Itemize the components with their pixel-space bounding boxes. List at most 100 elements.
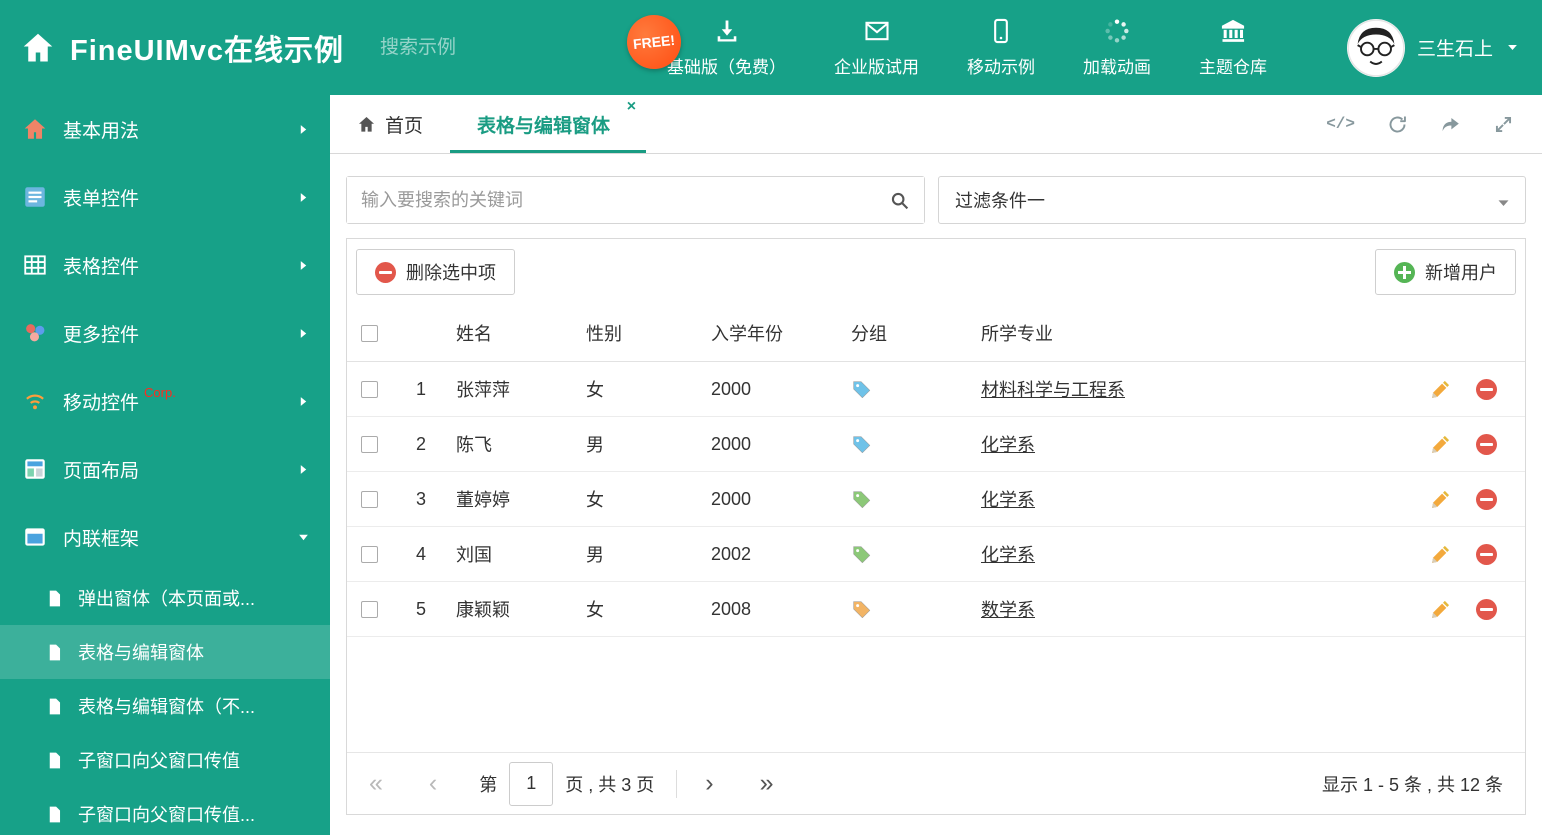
- home-icon: [22, 116, 48, 142]
- nav-label: 基础版（免费）: [667, 58, 787, 77]
- edit-icon[interactable]: [1430, 598, 1452, 620]
- sidebar-item-form-controls[interactable]: 表单控件: [0, 163, 330, 231]
- sidebar-item-page-layout[interactable]: 页面布局: [0, 435, 330, 503]
- nav-loading-animation[interactable]: 加载动画: [1059, 17, 1175, 78]
- mobile-icon: [987, 17, 1015, 45]
- row-checkbox[interactable]: [360, 490, 378, 508]
- sidebar-subitem-child-to-parent-2[interactable]: 子窗口向父窗口传值...: [0, 787, 330, 835]
- open-new-window-icon[interactable]: [1440, 114, 1461, 135]
- file-icon: [45, 589, 64, 608]
- iframe-icon: [22, 524, 48, 550]
- user-menu[interactable]: 三生石上: [1346, 18, 1542, 77]
- major-link[interactable]: 数学系: [981, 600, 1035, 620]
- delete-icon[interactable]: [1476, 598, 1497, 620]
- tab-grid-edit-window[interactable]: 表格与编辑窗体 ×: [450, 95, 646, 153]
- first-page-icon[interactable]: «: [369, 771, 383, 796]
- delete-icon[interactable]: [1476, 543, 1497, 565]
- nav-label: 主题仓库: [1199, 58, 1268, 77]
- major-link[interactable]: 材料科学与工程系: [981, 380, 1125, 400]
- last-page-icon[interactable]: »: [760, 771, 774, 796]
- nav-enterprise-trial[interactable]: 企业版试用: [810, 17, 943, 78]
- sidebar-item-label: 表单控件: [63, 188, 140, 210]
- divider: [676, 769, 678, 798]
- row-index: 5: [415, 598, 426, 619]
- major-link[interactable]: 化学系: [981, 545, 1035, 565]
- row-year: 2008: [711, 598, 752, 619]
- sidebar-subitem-child-to-parent[interactable]: 子窗口向父窗口传值: [0, 733, 330, 787]
- row-index: 3: [415, 488, 426, 509]
- row-year: 2000: [711, 378, 752, 399]
- close-icon[interactable]: ×: [627, 98, 636, 116]
- sidebar-item-more-controls[interactable]: 更多控件: [0, 299, 330, 367]
- col-header-gender: 性别: [586, 324, 622, 344]
- row-checkbox[interactable]: [360, 380, 378, 398]
- keyword-search[interactable]: [346, 176, 925, 224]
- page-suffix: 页 , 共 3 页: [565, 774, 655, 795]
- col-header-name: 姓名: [456, 324, 492, 344]
- sidebar-item-basic-usage[interactable]: 基本用法: [0, 95, 330, 163]
- nav-label: 移动示例: [967, 58, 1036, 77]
- search-icon[interactable]: [889, 190, 910, 211]
- row-checkbox[interactable]: [360, 545, 378, 563]
- edit-icon[interactable]: [1430, 433, 1452, 455]
- nav-basic-free[interactable]: FREE! 基础版（免费）: [624, 12, 810, 78]
- delete-icon[interactable]: [1476, 433, 1497, 455]
- row-year: 2002: [711, 543, 752, 564]
- table-icon: [22, 252, 48, 278]
- next-page-icon[interactable]: ›: [705, 771, 713, 796]
- refresh-icon[interactable]: [1387, 114, 1408, 135]
- pagination-bar: « ‹ 第 页 , 共 3 页 › » 显示 1 - 5 条 , 共 12 条: [347, 752, 1525, 814]
- chevron-right-icon: [297, 191, 310, 204]
- delete-icon[interactable]: [1476, 378, 1497, 400]
- row-name: 康颖颖: [456, 600, 510, 620]
- edit-icon[interactable]: [1430, 543, 1452, 565]
- chevron-right-icon: [297, 463, 310, 476]
- nav-mobile-demo[interactable]: 移动示例: [943, 17, 1059, 78]
- sidebar-item-mobile-controls[interactable]: 移动控件 Corp.: [0, 367, 330, 435]
- sidebar-subitem-label: 子窗口向父窗口传值: [78, 751, 240, 771]
- edit-icon[interactable]: [1430, 378, 1452, 400]
- select-all-checkbox[interactable]: [360, 324, 378, 342]
- filter-dropdown[interactable]: 过滤条件一: [938, 176, 1526, 224]
- file-icon: [45, 751, 64, 770]
- app-title: FineUIMvc在线示例: [70, 34, 345, 67]
- sidebar-subitem-grid-edit-window[interactable]: 表格与编辑窗体: [0, 625, 330, 679]
- header-search[interactable]: [380, 36, 653, 72]
- nav-theme-store[interactable]: 主题仓库: [1175, 17, 1291, 78]
- major-link[interactable]: 化学系: [981, 490, 1035, 510]
- major-link[interactable]: 化学系: [981, 435, 1035, 455]
- row-checkbox[interactable]: [360, 600, 378, 618]
- file-icon: [45, 805, 64, 824]
- home-icon: [357, 115, 376, 134]
- row-year: 2000: [711, 433, 752, 454]
- source-code-icon[interactable]: </>: [1326, 115, 1355, 133]
- row-checkbox[interactable]: [360, 435, 378, 453]
- sidebar-subitem-grid-edit-window-2[interactable]: 表格与编辑窗体（不...: [0, 679, 330, 733]
- table-header-row: 姓名 性别 入学年份 分组 所学专业: [347, 305, 1525, 362]
- sidebar-subitem-popup-window[interactable]: 弹出窗体（本页面或...: [0, 571, 330, 625]
- page-number-input[interactable]: [509, 761, 554, 806]
- keyword-search-input[interactable]: [347, 177, 924, 223]
- delete-icon[interactable]: [1476, 488, 1497, 510]
- top-header: FineUIMvc在线示例 FREE! 基础版（免费） 企业版试用 移动示例: [0, 0, 1542, 95]
- header-search-input[interactable]: [380, 36, 626, 59]
- edit-icon[interactable]: [1430, 488, 1452, 510]
- spinner-icon: [1103, 17, 1131, 45]
- prev-page-icon[interactable]: ‹: [429, 771, 437, 796]
- sidebar-item-inline-frame[interactable]: 内联框架: [0, 503, 330, 571]
- add-user-button[interactable]: 新增用户: [1375, 249, 1516, 295]
- delete-selected-button[interactable]: 删除选中项: [356, 249, 515, 295]
- sidebar-item-label: 内联框架: [63, 528, 140, 550]
- row-year: 2000: [711, 488, 752, 509]
- row-index: 4: [415, 543, 426, 564]
- brand[interactable]: FineUIMvc在线示例: [0, 27, 344, 69]
- record-summary: 显示 1 - 5 条 , 共 12 条: [1321, 774, 1503, 795]
- envelope-icon: [863, 17, 891, 45]
- avatar: [1346, 18, 1405, 77]
- tab-home[interactable]: 首页: [330, 95, 450, 153]
- sidebar-item-grid-controls[interactable]: 表格控件: [0, 231, 330, 299]
- chevron-down-icon: [297, 531, 310, 544]
- delete-button-label: 删除选中项: [406, 263, 496, 283]
- col-header-group: 分组: [851, 324, 887, 344]
- fullscreen-icon[interactable]: [1493, 114, 1514, 135]
